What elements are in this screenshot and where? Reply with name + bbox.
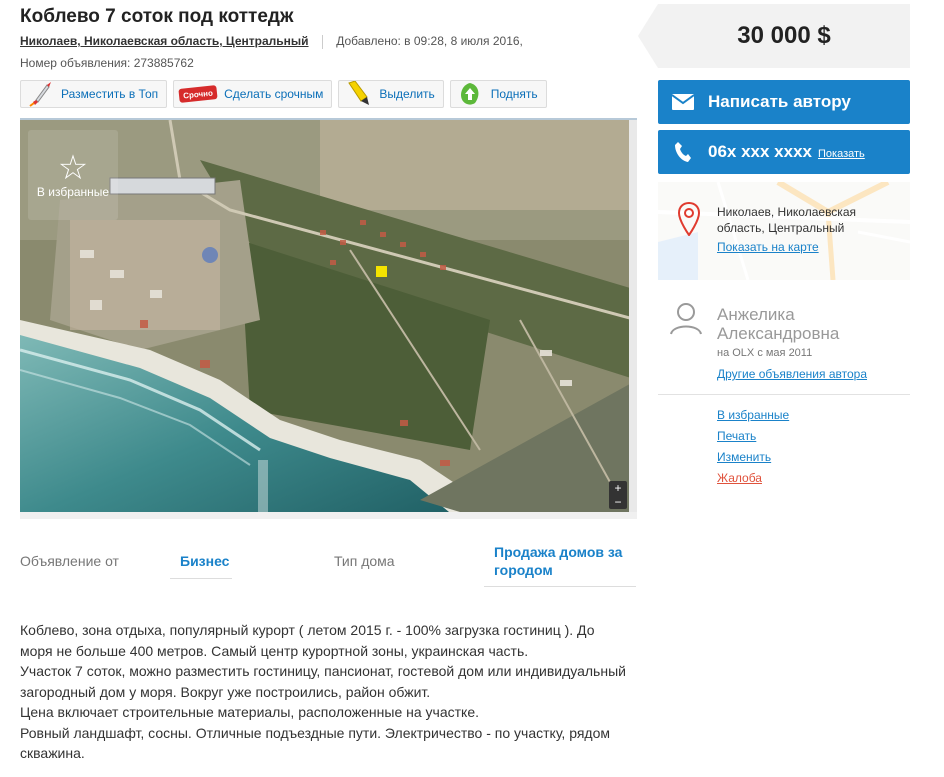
photo-favorite-toggle[interactable]: ☆ В избранные (28, 130, 118, 220)
map-pin-icon (677, 201, 701, 241)
star-outline-icon: ☆ (57, 149, 89, 187)
user-avatar-icon (668, 300, 704, 341)
urgent-stamp-icon: Срочно (178, 81, 218, 107)
map-location-text: Николаев, Николаевская область, Централь… (717, 205, 856, 235)
house-type-label-text: Тип дома (334, 553, 395, 569)
description-paragraph: Ровный ландшафт, сосны. Отличные подъезд… (20, 724, 610, 762)
price-value: 30 000 $ (737, 22, 831, 49)
make-urgent-button[interactable]: Срочно Сделать срочным (173, 80, 333, 108)
ad-description: Коблево, зона отдыха, популярный курорт … (20, 620, 630, 764)
seller-name: Анжелика Александровна (717, 305, 840, 343)
rocket-icon (25, 81, 55, 107)
show-on-map-link[interactable]: Показать на карте (717, 240, 819, 254)
envelope-icon (658, 94, 708, 110)
bump-up-label: Поднять (490, 87, 538, 101)
offer-from-value[interactable]: Бизнес (180, 540, 240, 582)
zoom-photo-button[interactable]: + − (609, 481, 627, 509)
ad-id: Номер объявления: 273885762 (20, 56, 194, 70)
meta-divider (321, 34, 323, 49)
house-type-underline (484, 586, 636, 587)
promote-top-label: Разместить в Топ (61, 87, 159, 101)
print-link[interactable]: Печать (717, 429, 789, 444)
phone-button[interactable]: 06x xxx xxxx Показать (658, 130, 910, 174)
location-map-preview[interactable]: Николаев, Николаевская область, Централь… (658, 182, 910, 280)
sidebar-divider (658, 394, 910, 395)
description-paragraph: Коблево, зона отдыха, популярный курорт … (20, 622, 595, 659)
bump-up-button[interactable]: Поднять (449, 80, 547, 108)
description-paragraph: Участок 7 соток, можно разместить гостин… (20, 663, 626, 700)
house-type-value[interactable]: Продажа домов за городом (494, 540, 634, 582)
make-urgent-label: Сделать срочным (224, 87, 324, 101)
offer-from-label: Объявление от (20, 540, 170, 582)
add-to-favorites-link[interactable]: В избранные (717, 408, 789, 423)
offer-from-value-text[interactable]: Бизнес (180, 552, 229, 570)
promote-top-button[interactable]: Разместить в Топ (20, 80, 168, 108)
arrow-up-leaf-icon (455, 81, 485, 107)
offer-from-label-text: Объявление от (20, 553, 119, 569)
phone-number: 06x xxx xxxx (708, 142, 812, 161)
highlighter-icon (343, 81, 373, 107)
location-link[interactable]: Николаев, Николаевская область, Централь… (20, 34, 309, 48)
write-author-button[interactable]: Написать автору (658, 80, 910, 124)
house-type-value-text[interactable]: Продажа домов за городом (494, 543, 634, 579)
price-box: 30 000 $ (638, 4, 910, 68)
house-type-label: Тип дома (334, 540, 474, 582)
edit-link[interactable]: Изменить (717, 450, 789, 465)
phone-icon (658, 141, 708, 163)
write-author-label: Написать автору (708, 92, 851, 111)
highlight-button[interactable]: Выделить (338, 80, 444, 108)
listing-photo[interactable]: ☆ В избранные + − (20, 118, 637, 519)
seller-since: на OLX с мая 2011 (717, 347, 813, 359)
page-title: Коблево 7 соток под коттедж (20, 6, 294, 27)
promo-actions: Разместить в Топ Срочно Сделать срочным … (20, 80, 547, 108)
complaint-link[interactable]: Жалоба (717, 471, 789, 486)
added-date: Добавлено: в 09:28, 8 июля 2016, (336, 34, 523, 48)
photo-favorite-label: В избранные (36, 185, 110, 199)
ad-meta-line: Николаев, Николаевская область, Централь… (20, 34, 523, 49)
highlight-label: Выделить (379, 87, 435, 101)
sidebar-links: В избранные Печать Изменить Жалоба (717, 408, 789, 492)
offer-from-underline (170, 578, 232, 579)
show-phone-link[interactable]: Показать (818, 148, 865, 160)
other-ads-link[interactable]: Другие объявления автора (717, 367, 867, 381)
description-paragraph: Цена включает строительные материалы, ра… (20, 704, 479, 720)
